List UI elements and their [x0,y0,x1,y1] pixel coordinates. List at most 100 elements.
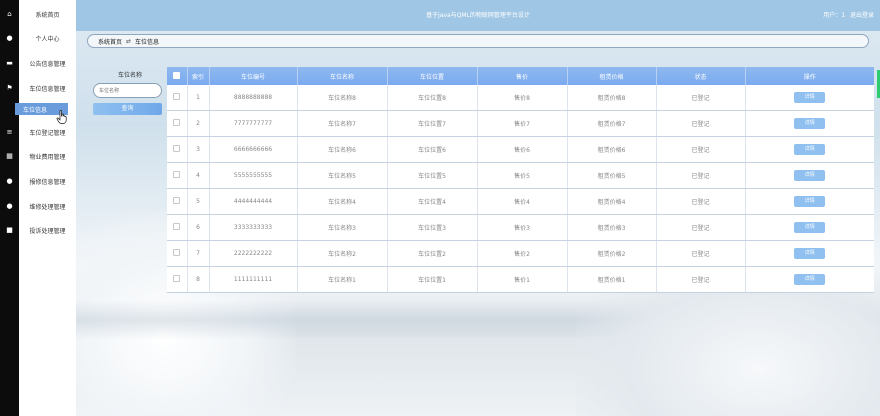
column-header: 车位名称 [297,67,388,85]
detail-button[interactable]: 详情 [794,248,826,259]
row-checkbox[interactable] [173,249,181,256]
column-header: 索引 [187,67,210,85]
row-checkbox[interactable] [173,145,181,152]
sidebar-item-repair-info[interactable]: 报修信息管理 [19,175,76,187]
select-all-checkbox[interactable] [173,71,181,79]
table-cell-name: 车位名称5 [297,162,388,189]
column-header: 车位位置 [387,67,478,85]
column-header: 状态 [656,67,746,85]
row-checkbox[interactable] [173,171,181,178]
breadcrumb-current: 车位信息 [135,38,160,46]
table-cell-price: 售价1 [477,266,568,293]
detail-button[interactable]: 详情 [794,170,826,181]
row-checkbox-cell[interactable] [167,85,188,111]
sidebar-item-announcements[interactable]: 公告信息管理 [19,57,76,69]
row-checkbox[interactable] [173,223,181,230]
sidebar-item-profile[interactable]: 个人中心 [19,32,76,44]
table-cell-location: 车位位置3 [387,214,478,241]
parking-table: 索引 车位编号 车位名称 车位位置 售价 租赁价格 状态 操作 1 8888888… [167,67,874,293]
sidebar-item-maintenance[interactable]: 维修处理管理 [19,200,76,212]
detail-button[interactable]: 详情 [794,144,826,155]
user-label: 用户：1 [823,12,846,19]
logout-link[interactable]: 退出登录 [850,12,874,19]
table-cell-rent: 租赁价格6 [567,136,657,163]
table-cell-name: 车位名称3 [297,214,388,241]
breadcrumb-separator-icon: ⇄ [126,37,132,45]
sidebar-item-complaints[interactable]: 投诉处理管理 [19,224,76,236]
table-cell-code: 4444444444 [209,188,298,215]
table-cell-index: 3 [187,136,210,163]
person-icon[interactable]: ● [0,32,19,44]
detail-button[interactable]: 详情 [794,274,826,285]
detail-button[interactable]: 详情 [794,118,826,129]
table-row: 1 8888888888 车位名称8 车位位置8 售价8 租赁价格8 已登记 详情 [167,85,874,111]
row-checkbox[interactable] [173,93,181,100]
row-checkbox-cell[interactable] [167,162,188,189]
row-checkbox-cell[interactable] [167,188,188,215]
detail-button[interactable]: 详情 [794,92,826,103]
header-user-area: 用户：1 退出登录 [820,0,874,31]
table-cell-location: 车位位置6 [387,136,478,163]
detail-button[interactable]: 详情 [794,196,826,207]
table-cell-code: 6666666666 [209,136,298,163]
breadcrumb: 系统首页 ⇄ 车位信息 [87,34,869,48]
detail-button[interactable]: 详情 [794,222,826,233]
row-checkbox-cell[interactable] [167,136,188,163]
select-all-checkbox-cell[interactable] [167,67,188,85]
table-cell-location: 车位位置1 [387,266,478,293]
sidebar-menu: 系统首页 个人中心 公告信息管理 车位信息管理 车位信息 车位登记管理 物业费用… [15,0,76,416]
table-cell-action: 详情 [745,136,874,163]
sidebar-item-parking-management[interactable]: 车位信息管理 [19,82,76,94]
table-cell-status: 已登记 [656,214,746,241]
table-cell-location: 车位位置5 [387,162,478,189]
sidebar-item-property-fees[interactable]: 物业费用管理 [19,150,76,162]
table-cell-action: 详情 [745,85,874,111]
row-checkbox[interactable] [173,197,181,204]
search-input[interactable] [93,83,162,98]
table-cell-status: 已登记 [656,110,746,137]
top-header: 基于java与QML的物联网管理平台设计 用户：1 退出登录 [76,0,880,31]
sidebar-item-home[interactable]: 系统首页 [19,8,76,20]
table-cell-index: 4 [187,162,210,189]
table-cell-price: 售价3 [477,214,568,241]
table-cell-name: 车位名称6 [297,136,388,163]
table-cell-location: 车位位置2 [387,240,478,267]
table-cell-status: 已登记 [656,188,746,215]
table-cell-code: 5555555555 [209,162,298,189]
table-cell-status: 已登记 [656,162,746,189]
column-header: 车位编号 [209,67,298,85]
table-cell-action: 详情 [745,110,874,137]
table-cell-code: 8888888888 [209,85,298,111]
flag-icon[interactable]: ⚑ [0,82,19,94]
home-icon[interactable]: ⌂ [0,8,19,20]
person-icon[interactable]: ● [0,175,19,187]
table-row: 5 4444444444 车位名称4 车位位置4 售价4 租赁价格4 已登记 详情 [167,188,874,215]
table-cell-price: 售价8 [477,85,568,111]
row-checkbox-cell[interactable] [167,240,188,267]
message-icon[interactable]: ▬ [0,57,19,69]
row-checkbox-cell[interactable] [167,214,188,241]
row-checkbox[interactable] [173,275,181,282]
person-icon[interactable]: ● [0,200,19,212]
table-cell-index: 5 [187,188,210,215]
table-cell-location: 车位位置8 [387,85,478,111]
sidebar-item-parking-registration[interactable]: 车位登记管理 [19,126,76,138]
row-checkbox-cell[interactable] [167,266,188,293]
table-cell-status: 已登记 [656,85,746,111]
table-row: 7 2222222222 车位名称2 车位位置2 售价2 租赁价格2 已登记 详情 [167,240,874,267]
table-cell-rent: 租赁价格4 [567,188,657,215]
grid-icon[interactable]: ≡ [0,126,19,138]
breadcrumb-home[interactable]: 系统首页 [98,37,122,46]
row-checkbox-cell[interactable] [167,110,188,137]
table-header-row: 索引 车位编号 车位名称 车位位置 售价 租赁价格 状态 操作 [167,67,874,85]
main-content: 基于java与QML的物联网管理平台设计 用户：1 退出登录 系统首页 ⇄ 车位… [76,0,880,416]
apps-icon[interactable]: ▦ [0,150,19,162]
search-button[interactable]: 查询 [93,103,162,115]
table-cell-action: 详情 [745,162,874,189]
square-icon[interactable]: ■ [0,224,19,236]
table-cell-action: 详情 [745,240,874,267]
table-cell-status: 已登记 [656,240,746,267]
row-checkbox[interactable] [173,119,181,126]
column-header: 售价 [477,67,568,85]
search-label: 车位名称 [118,72,143,79]
